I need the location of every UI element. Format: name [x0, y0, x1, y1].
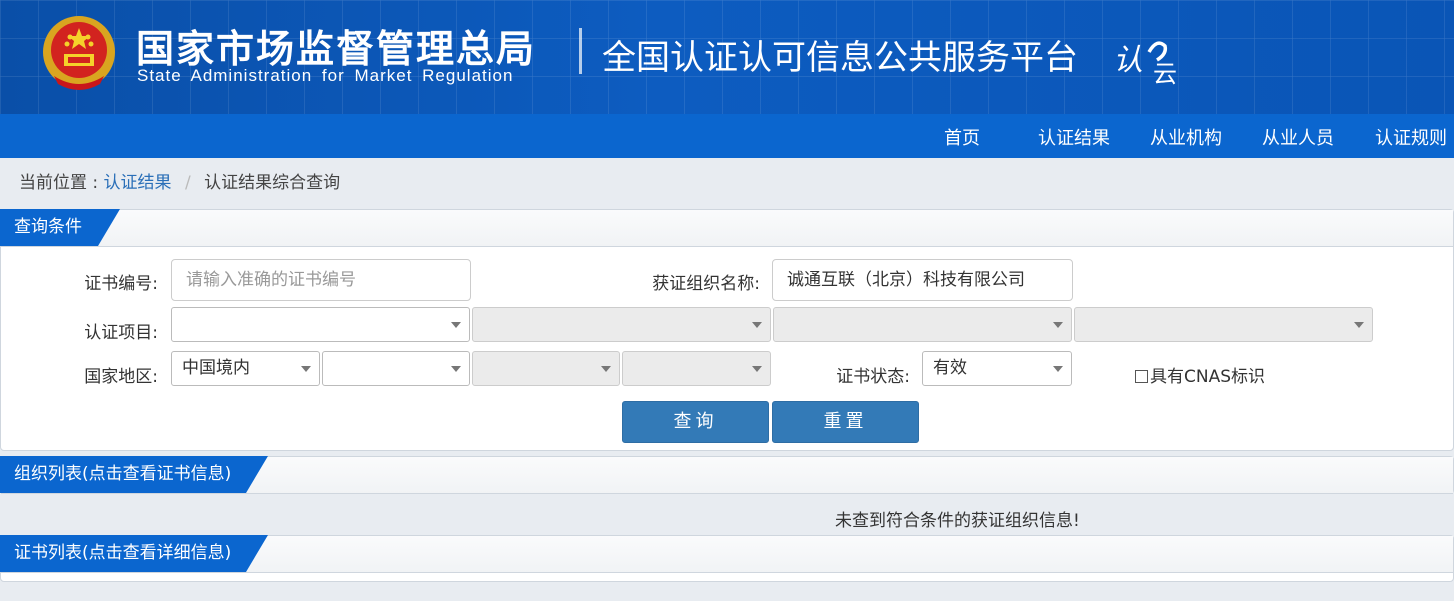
site-header: 国家市场监督管理总局 State Administration for Mark… [0, 0, 1454, 114]
status-select-value: 有效 [933, 358, 967, 378]
reset-button[interactable]: 重置 [772, 401, 919, 443]
svg-text:认: 认 [1113, 43, 1143, 78]
org-list-panel: 组织列表(点击查看证书信息) [0, 456, 1454, 494]
platform-logo-icon: 认 云 [1113, 41, 1177, 88]
cert-list-title-text: 证书列表(点击查看详细信息) [14, 543, 232, 563]
header-divider [579, 28, 582, 74]
tab-slant [246, 535, 268, 572]
query-button[interactable]: 查询 [622, 401, 769, 443]
region-select-value: 中国境内 [182, 358, 250, 378]
breadcrumb-current: 认证结果综合查询 [204, 173, 341, 193]
cnas-checkbox-label: 具有CNAS标识 [1150, 367, 1266, 387]
chevron-down-icon [301, 366, 311, 372]
svg-text:云: 云 [1153, 60, 1177, 88]
chevron-down-icon [752, 366, 762, 372]
org-name-en: State Administration for Market Regulati… [137, 66, 514, 85]
platform-title: 全国认证认可信息公共服务平台 [602, 38, 1078, 78]
region-select-district[interactable] [622, 351, 771, 386]
nav-item-personnel[interactable]: 从业人员 [1262, 124, 1334, 150]
chevron-down-icon [752, 322, 762, 328]
project-label: 认证项目: [84, 323, 158, 343]
org-list-title-text: 组织列表(点击查看证书信息) [14, 464, 232, 484]
region-select-province[interactable] [322, 351, 470, 386]
nav-item-home[interactable]: 首页 [944, 124, 980, 150]
chevron-down-icon [451, 322, 461, 328]
region-select-country[interactable]: 中国境内 [171, 351, 320, 386]
breadcrumb-separator: / [184, 173, 191, 193]
status-select[interactable]: 有效 [922, 351, 1072, 386]
org-name-input[interactable]: 诚通互联（北京）科技有限公司 [772, 259, 1073, 301]
main-nav: 首页 认证结果 从业机构 从业人员 认证规则 [0, 114, 1454, 158]
project-select-4[interactable] [1074, 307, 1373, 342]
chevron-down-icon [451, 366, 461, 372]
chevron-down-icon [1354, 322, 1364, 328]
chevron-down-icon [601, 366, 611, 372]
project-select-1[interactable] [171, 307, 470, 342]
query-panel-title: 查询条件 [0, 209, 120, 246]
org-list-empty-message: 未查到符合条件的获证组织信息! [835, 511, 1080, 531]
project-select-2[interactable] [472, 307, 771, 342]
chevron-down-icon [1053, 366, 1063, 372]
query-panel-title-text: 查询条件 [14, 217, 82, 237]
checkbox-box[interactable] [1135, 370, 1148, 383]
org-list-panel-header: 组织列表(点击查看证书信息) [0, 456, 1453, 494]
cnas-checkbox[interactable]: 具有CNAS标识 [1135, 362, 1265, 387]
breadcrumb-prefix: 当前位置 : [19, 173, 99, 193]
breadcrumb-link-cert-results[interactable]: 认证结果 [104, 173, 172, 193]
breadcrumb: 当前位置 : 认证结果 / 认证结果综合查询 [19, 168, 340, 193]
org-name-cn: 国家市场监督管理总局 [136, 27, 537, 71]
region-select-city[interactable] [472, 351, 620, 386]
status-label: 证书状态: [836, 367, 910, 387]
cert-list-title: 证书列表(点击查看详细信息) [0, 535, 268, 572]
project-select-3[interactable] [773, 307, 1072, 342]
tab-slant [246, 456, 268, 493]
region-label: 国家地区: [84, 367, 158, 387]
nav-item-agencies[interactable]: 从业机构 [1150, 124, 1222, 150]
cert-list-panel-header: 证书列表(点击查看详细信息) [0, 535, 1453, 573]
org-name-label: 获证组织名称: [652, 274, 760, 294]
tab-slant [98, 209, 120, 246]
chevron-down-icon [1053, 322, 1063, 328]
query-panel-header: 查询条件 [0, 209, 1453, 247]
cert-no-label: 证书编号: [84, 274, 158, 294]
org-list-title: 组织列表(点击查看证书信息) [0, 456, 268, 493]
cert-no-input[interactable]: 请输入准确的证书编号 [171, 259, 471, 301]
nav-item-cert-results[interactable]: 认证结果 [1038, 124, 1110, 150]
cert-list-panel: 证书列表(点击查看详细信息) [0, 535, 1454, 582]
nav-item-rules[interactable]: 认证规则 [1375, 124, 1447, 150]
national-emblem-icon [43, 16, 115, 90]
